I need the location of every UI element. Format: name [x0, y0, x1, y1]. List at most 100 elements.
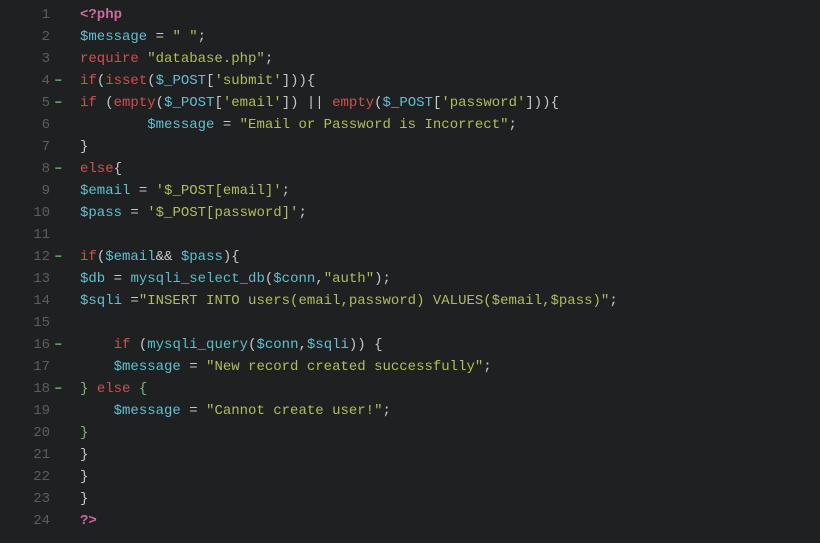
code-token: require [80, 51, 139, 67]
line-number: 23 [0, 488, 50, 510]
code-token: [ [214, 95, 222, 111]
line-number: 6 [0, 114, 50, 136]
code-token: isset [105, 73, 147, 89]
fold-marker-icon[interactable]: − [55, 334, 62, 356]
code-token: $conn [273, 271, 315, 287]
line-number: 22 [0, 466, 50, 488]
line-number: 4− [0, 70, 50, 92]
code-token: $sqli [307, 337, 349, 353]
code-line[interactable] [80, 312, 618, 334]
code-token: $conn [256, 337, 298, 353]
code-line[interactable]: } [80, 444, 618, 466]
code-line[interactable]: } else { [80, 378, 618, 400]
code-line[interactable]: $message = "Cannot create user!"; [80, 400, 618, 422]
code-token: else [80, 161, 114, 177]
fold-marker-icon[interactable]: − [55, 158, 62, 180]
line-number: 20 [0, 422, 50, 444]
code-token: $email [105, 249, 155, 265]
code-token: "New record created successfully" [206, 359, 483, 375]
code-token: mysqli_select_db [130, 271, 264, 287]
code-line[interactable]: if(isset($_POST['submit'])){ [80, 70, 618, 92]
code-token: } [80, 469, 88, 485]
code-token: { [139, 381, 147, 397]
line-number: 12− [0, 246, 50, 268]
code-token: ; [509, 117, 517, 133]
fold-marker-icon[interactable]: − [55, 246, 62, 268]
code-token: $message [114, 403, 181, 419]
code-line[interactable]: if($email&& $pass){ [80, 246, 618, 268]
code-token [139, 51, 147, 67]
code-token: else [97, 381, 131, 397]
code-line[interactable]: } [80, 488, 618, 510]
code-token: ; [382, 403, 390, 419]
line-number: 13 [0, 268, 50, 290]
code-token: ); [374, 271, 391, 287]
code-line[interactable]: ?> [80, 510, 618, 532]
code-token: } [80, 447, 88, 463]
fold-marker-icon[interactable]: − [55, 92, 62, 114]
code-token: "Cannot create user!" [206, 403, 382, 419]
code-token: ( [156, 95, 164, 111]
code-token: = [122, 293, 139, 309]
code-token: '$_POST[password]' [147, 205, 298, 221]
code-token: <?php [80, 7, 122, 23]
code-token: $_POST [164, 95, 214, 111]
code-token: , [298, 337, 306, 353]
code-token: $message [147, 117, 214, 133]
code-line[interactable]: <?php [80, 4, 618, 26]
code-line[interactable]: if (empty($_POST['email']) || empty($_PO… [80, 92, 618, 114]
code-line[interactable]: if (mysqli_query($conn,$sqli)) { [80, 334, 618, 356]
code-editor[interactable]: 1234−5−678−9101112−13141516−1718−1920212… [0, 0, 820, 532]
code-line[interactable]: $db = mysqli_select_db($conn,"auth"); [80, 268, 618, 290]
code-line[interactable]: else{ [80, 158, 618, 180]
code-line[interactable]: $message = "New record created successfu… [80, 356, 618, 378]
code-token: ; [282, 183, 290, 199]
line-number: 21 [0, 444, 50, 466]
line-number: 8− [0, 158, 50, 180]
code-token: } [80, 139, 88, 155]
code-token: ?> [80, 513, 97, 529]
code-area[interactable]: <?php $message = " ";require "database.ph… [72, 4, 618, 532]
code-token: ){ [223, 249, 240, 265]
line-number: 3 [0, 48, 50, 70]
code-line[interactable]: $sqli ="INSERT INTO users(email,password… [80, 290, 618, 312]
code-token: )) { [349, 337, 383, 353]
code-token: mysqli_query [147, 337, 248, 353]
code-token: ]) || [282, 95, 332, 111]
code-token: ( [97, 95, 114, 111]
code-line[interactable]: } [80, 422, 618, 444]
code-token: = [105, 271, 130, 287]
code-token: 'email' [223, 95, 282, 111]
code-token: "Email or Password is Incorrect" [240, 117, 509, 133]
code-line[interactable]: $pass = '$_POST[password]'; [80, 202, 618, 224]
fold-marker-icon[interactable]: − [55, 70, 62, 92]
code-line[interactable]: $message = " "; [80, 26, 618, 48]
code-token: if [80, 73, 97, 89]
code-token [80, 117, 147, 133]
code-line[interactable]: } [80, 136, 618, 158]
code-token: $pass [80, 205, 122, 221]
code-line[interactable]: $email = '$_POST[email]'; [80, 180, 618, 202]
code-token: } [80, 491, 88, 507]
code-token: $email [80, 183, 130, 199]
line-number: 18− [0, 378, 50, 400]
code-token: = [130, 183, 155, 199]
code-token: ; [198, 29, 206, 45]
code-line[interactable]: require "database.php"; [80, 48, 618, 70]
line-number-gutter: 1234−5−678−9101112−13141516−1718−1920212… [0, 4, 56, 532]
code-line[interactable]: $message = "Email or Password is Incorre… [80, 114, 618, 136]
code-token: ; [609, 293, 617, 309]
code-token: = [214, 117, 239, 133]
line-number: 10 [0, 202, 50, 224]
fold-marker-icon[interactable]: − [55, 378, 62, 400]
line-number: 24 [0, 510, 50, 532]
code-token: ])){ [282, 73, 316, 89]
code-token: $message [114, 359, 181, 375]
code-token: $_POST [383, 95, 433, 111]
code-line[interactable]: } [80, 466, 618, 488]
code-token: ; [298, 205, 306, 221]
code-token [88, 381, 96, 397]
code-token: } [80, 425, 88, 441]
code-line[interactable] [80, 224, 618, 246]
line-number: 17 [0, 356, 50, 378]
